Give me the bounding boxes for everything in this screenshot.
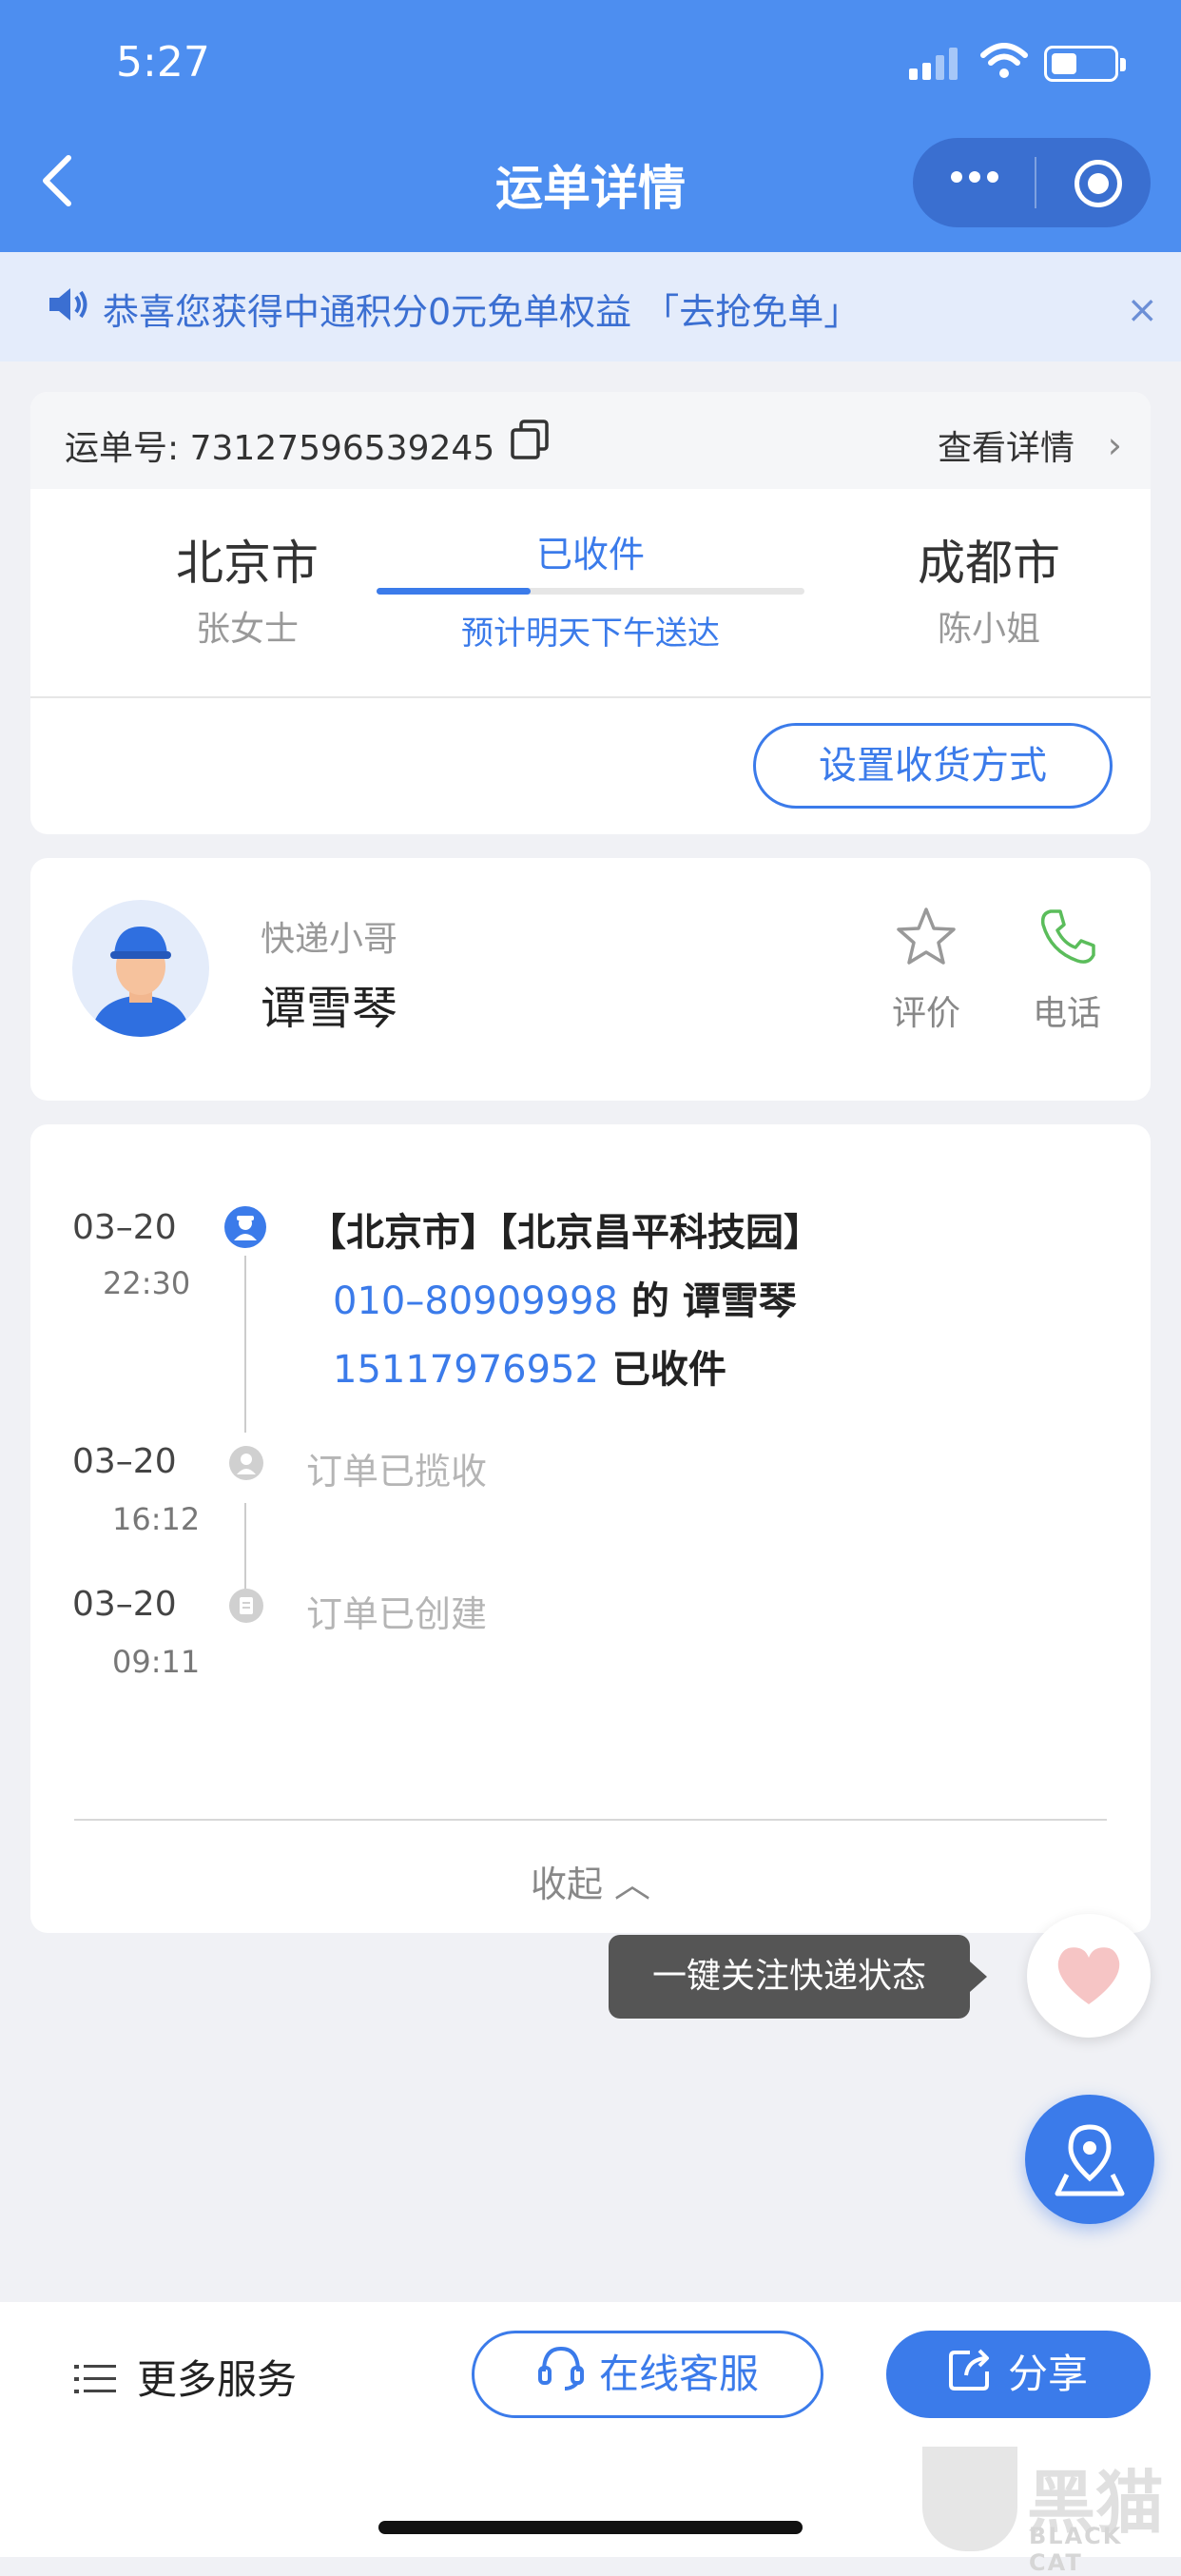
order-created-icon [229, 1589, 263, 1623]
more-icon[interactable] [951, 168, 1005, 186]
promo-notice[interactable]: 恭喜您获得中通积分0元免单权益 「去抢免单」 × [0, 252, 1181, 361]
courier-card: 快递小哥 谭雪琴 评价 电话 [30, 858, 1151, 1101]
watermark: 黑猫 BLACK CAT [922, 2447, 1171, 2576]
share-label: 分享 [1007, 2351, 1088, 2397]
header: 5:27 运单详情 [0, 0, 1181, 252]
capsule-menu [913, 138, 1151, 227]
share-button[interactable]: 分享 [886, 2331, 1151, 2418]
close-icon[interactable]: × [1126, 288, 1158, 332]
headset-icon [536, 2336, 586, 2418]
map-location-button[interactable] [1025, 2095, 1154, 2224]
call-button[interactable]: 电话 [1019, 904, 1114, 1035]
battery-icon [1044, 46, 1126, 82]
rate-label: 评价 [891, 994, 960, 1033]
shipment-progress [377, 588, 804, 595]
from-city: 北京市 [176, 536, 319, 591]
close-miniprogram-icon[interactable] [1075, 160, 1122, 207]
courier-avatar [72, 900, 209, 1037]
chevron-right-icon: › [1107, 424, 1122, 466]
waybill-number: 运单号: 73127596539245 [65, 429, 495, 468]
timeline-date: 03–20 [72, 1442, 177, 1481]
timeline-entry-text: 【北京市】【北京昌平科技园】 010–80909998 的 谭雪琴 151179… [308, 1199, 822, 1404]
more-services-label: 更多服务 [137, 2356, 298, 2403]
waybill-row: 运单号: 73127596539245 查看详情 › [30, 392, 1151, 489]
progress-fill [377, 588, 531, 595]
heart-icon [1057, 1947, 1120, 2004]
courier-name: 谭雪琴 [261, 982, 398, 1035]
view-detail-link[interactable]: 查看详情 [938, 420, 1075, 470]
to-person: 陈小姐 [937, 610, 1040, 649]
tracking-timeline: 03–20 22:30 【北京市】【北京昌平科技园】 010–80909998 … [30, 1124, 1151, 1933]
online-service-button[interactable]: 在线客服 [472, 2331, 823, 2418]
share-icon [948, 2333, 995, 2421]
timeline-time: 16:12 [112, 1501, 201, 1537]
timeline-line [244, 1503, 246, 1589]
bottom-toolbar: 更多服务 在线客服 分享 黑猫 BLACK CAT [0, 2302, 1181, 2576]
waybill-card: 运单号: 73127596539245 查看详情 › 北京市 张女士 已收件 预… [30, 392, 1151, 834]
timeline-date: 03–20 [72, 1585, 177, 1624]
eta-text: 预计明天下午送达 [461, 615, 720, 653]
timeline-entry-text: 订单已揽收 [306, 1451, 488, 1493]
home-indicator [378, 2521, 803, 2534]
follow-button[interactable] [1027, 1914, 1151, 2038]
location-pin-icon [1055, 2124, 1125, 2196]
pickup-status-icon [229, 1446, 263, 1480]
courier-phone-link[interactable]: 15117976952 [333, 1348, 599, 1392]
divider [30, 696, 1151, 698]
timeline-entry-text: 订单已创建 [306, 1593, 488, 1635]
copy-icon[interactable] [510, 419, 550, 464]
status-time: 5:27 [116, 38, 210, 87]
rate-button[interactable]: 评价 [879, 904, 974, 1035]
speaker-icon [48, 285, 89, 327]
timeline-date: 03–20 [72, 1208, 177, 1247]
timeline-line [244, 1256, 246, 1433]
online-service-label: 在线客服 [598, 2351, 759, 2397]
divider [74, 1819, 1107, 1821]
courier-text: 的 谭雪琴 [617, 1279, 797, 1323]
notice-text: 恭喜您获得中通积分0元免单权益 「去抢免单」 [103, 291, 861, 333]
status-text: 已收件 [598, 1348, 726, 1392]
list-icon [74, 2359, 116, 2406]
timeline-time: 09:11 [112, 1644, 201, 1680]
more-services-button[interactable]: 更多服务 [74, 2348, 297, 2406]
star-icon [897, 907, 956, 965]
phone-icon [1040, 909, 1095, 964]
to-city: 成都市 [918, 536, 1060, 591]
shipment-status: 已收件 [535, 534, 645, 576]
watermark-en: BLACK CAT [1029, 2523, 1123, 2576]
timeline-location: 【北京市】【北京昌平科技园】 [308, 1211, 822, 1255]
from-person: 张女士 [195, 610, 299, 649]
signal-icon [909, 48, 960, 80]
courier-role: 快递小哥 [261, 920, 398, 959]
timeline-time: 22:30 [103, 1265, 191, 1301]
courier-status-icon [224, 1206, 266, 1248]
station-phone-link[interactable]: 010–80909998 [333, 1279, 618, 1323]
phone-label: 电话 [1032, 994, 1101, 1033]
set-receive-method-button[interactable]: 设置收货方式 [753, 723, 1113, 809]
follow-tooltip: 一键关注快递状态 [609, 1935, 987, 2019]
collapse-button[interactable]: 收起 ︿ [30, 1855, 1151, 1907]
cat-logo-icon [922, 2447, 1017, 2551]
wifi-icon [979, 42, 1029, 84]
